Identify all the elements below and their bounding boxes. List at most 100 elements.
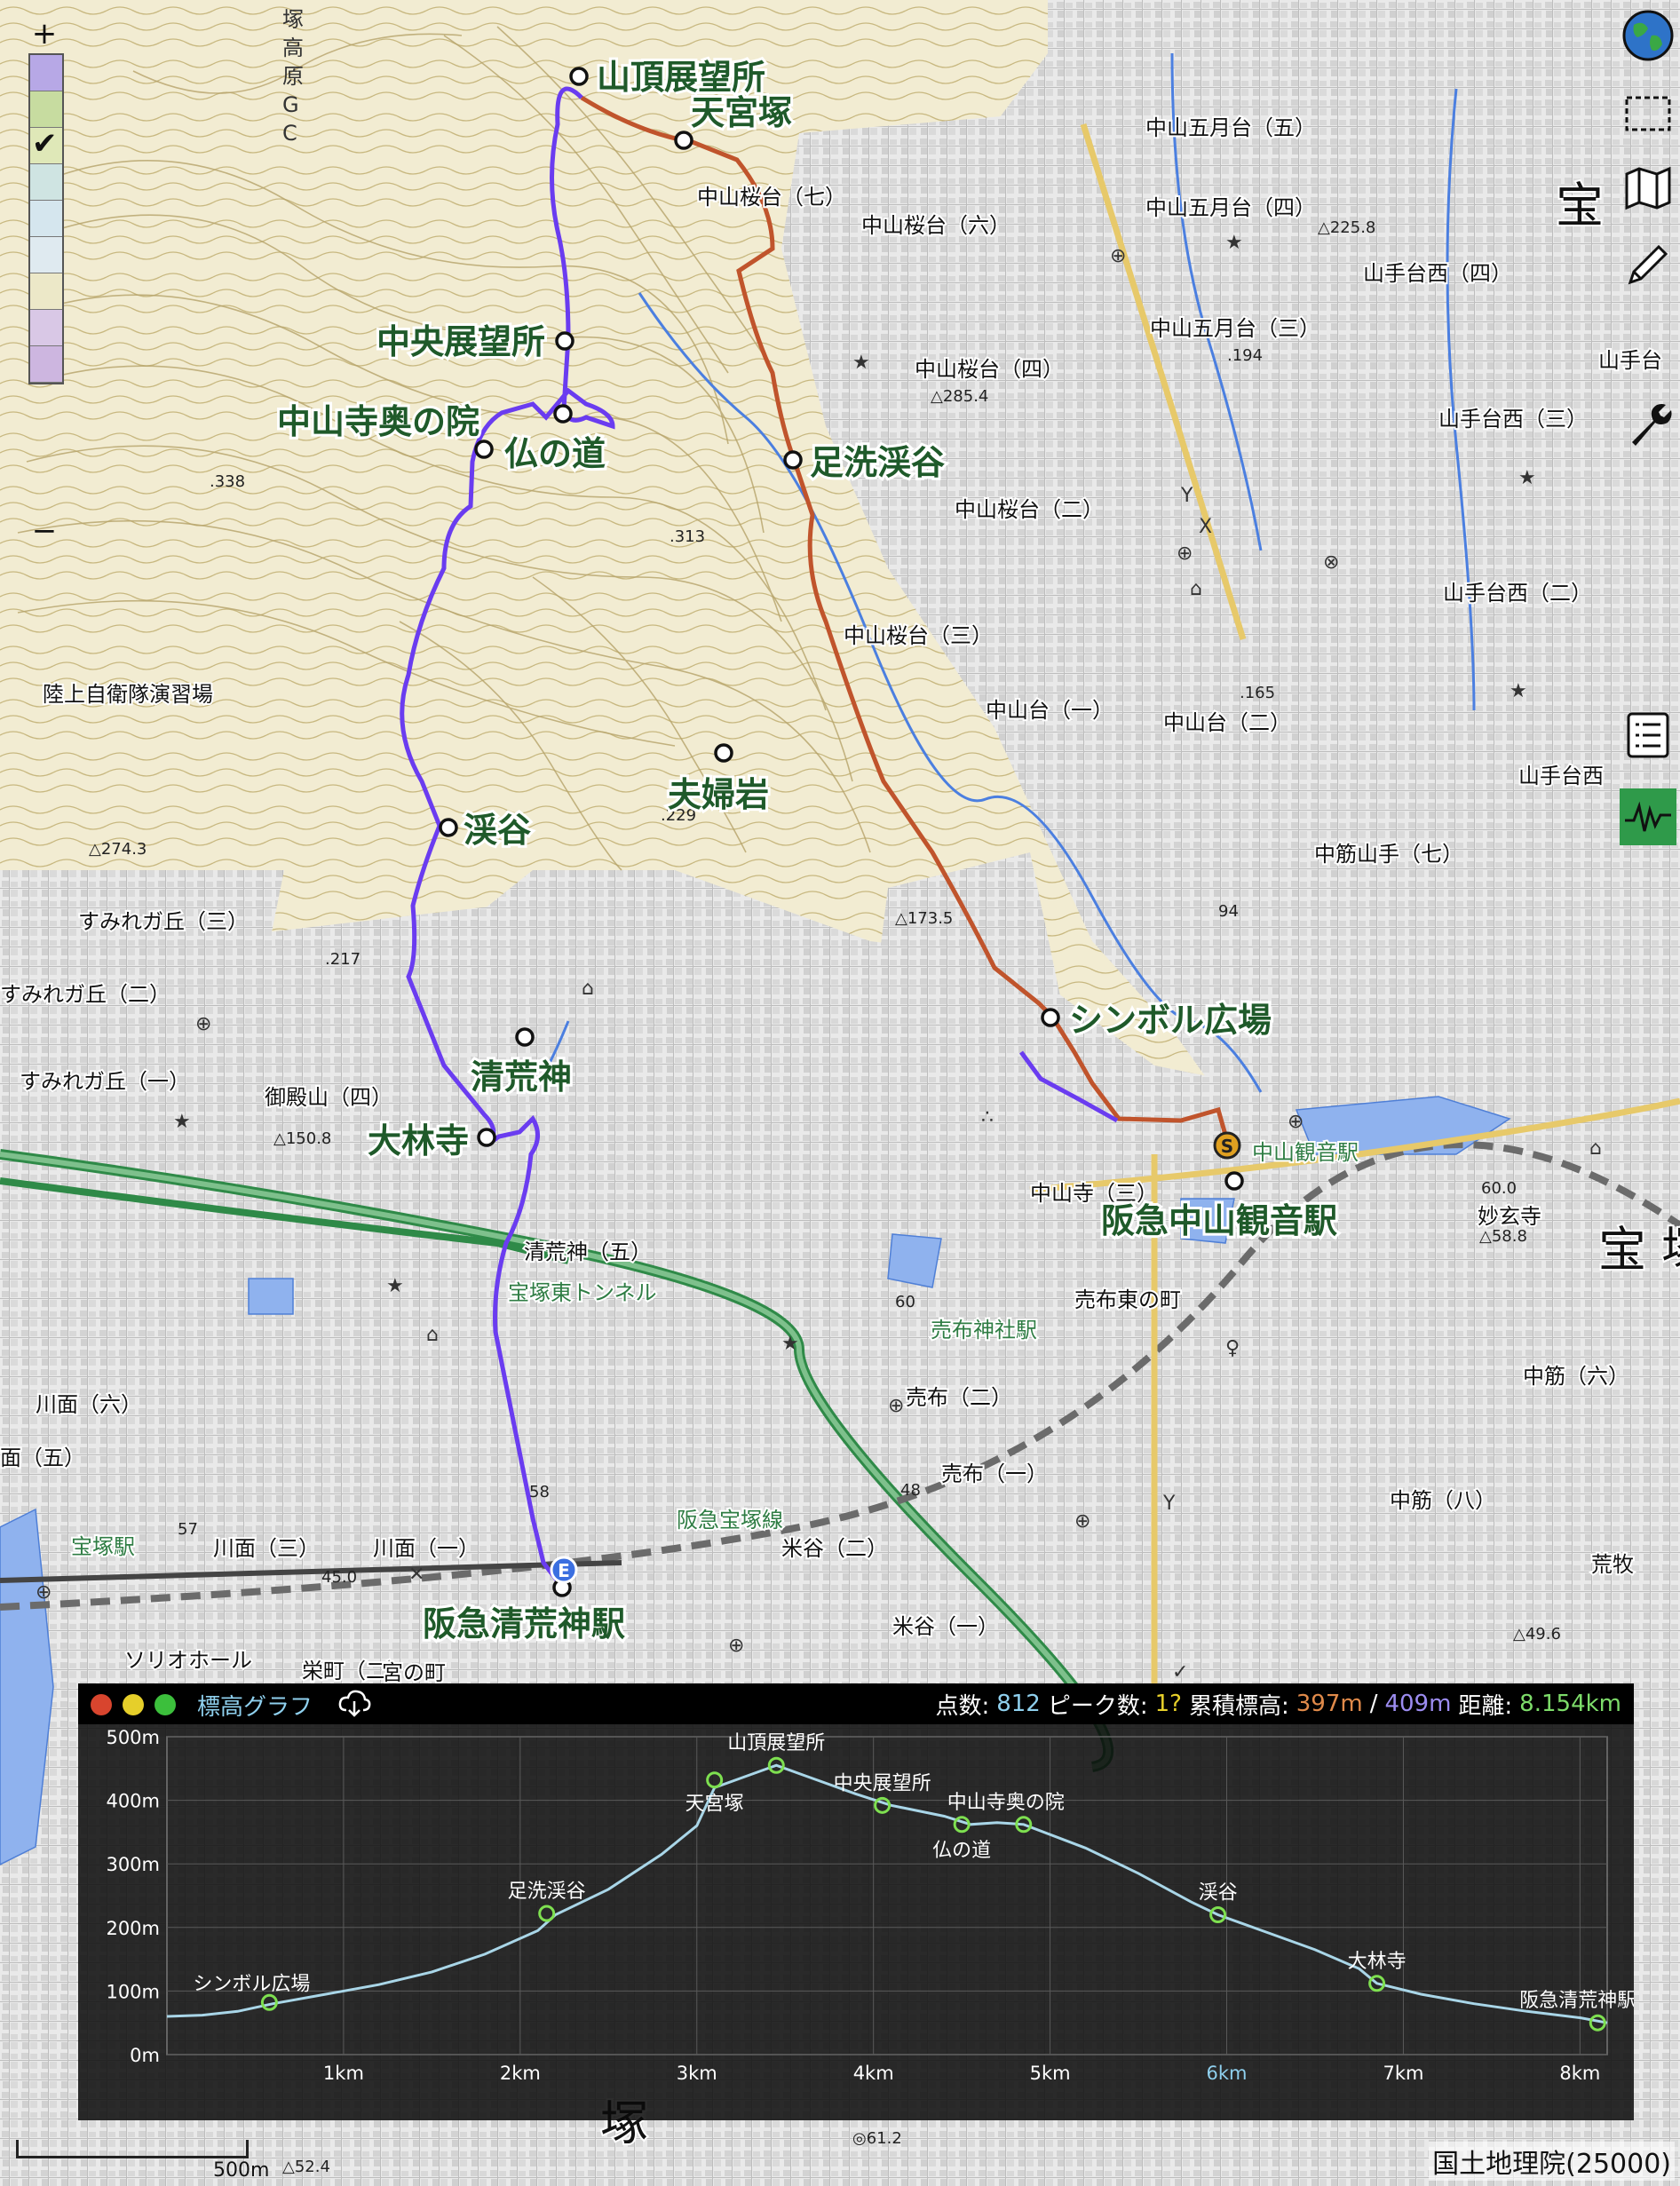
svg-text:★: ★	[1518, 467, 1536, 489]
place-label: 売布東の町	[1074, 1287, 1181, 1312]
y-tick-label: 100m	[106, 1981, 160, 2002]
spot-height: △150.8	[273, 1129, 331, 1148]
place-label: 面（五）	[0, 1445, 85, 1470]
zoom-level[interactable]	[30, 310, 62, 346]
waypoint-marker[interactable]	[515, 1027, 535, 1047]
settings-button[interactable]	[1620, 396, 1676, 453]
maximize-dot[interactable]	[155, 1694, 176, 1715]
zoom-level[interactable]	[30, 164, 62, 201]
zoom-level[interactable]	[30, 346, 62, 383]
place-label: 川面（六）	[36, 1392, 142, 1417]
place-label: 川面（一）	[373, 1536, 479, 1561]
zoom-level[interactable]	[30, 273, 62, 310]
waypoint-marker[interactable]	[439, 818, 458, 837]
waypoint-marker[interactable]	[569, 67, 589, 86]
waypoint-label[interactable]: 渓谷	[461, 808, 534, 852]
globe-button[interactable]	[1620, 7, 1676, 64]
place-label: 宝 塚	[1598, 1222, 1680, 1278]
gain-slash: /	[1369, 1691, 1378, 1717]
spot-height: △173.5	[895, 909, 953, 928]
zoom-out-button[interactable]: −	[27, 513, 62, 549]
ascent-value: 397m	[1296, 1691, 1363, 1717]
zoom-level[interactable]	[30, 237, 62, 273]
waypoint-marker[interactable]	[1224, 1171, 1244, 1191]
waypoint-label[interactable]: 足洗渓谷	[807, 440, 947, 485]
spot-height: △225.8	[1318, 218, 1375, 237]
place-label: 中山桜台（七）	[697, 185, 846, 210]
elevation-waypoint-marker[interactable]	[538, 1905, 556, 1922]
waypoint-marker[interactable]	[1041, 1008, 1060, 1027]
end-marker[interactable]: E	[550, 1556, 578, 1584]
svg-text:⊕: ⊕	[36, 1581, 52, 1604]
zoom-level-selected[interactable]: ✔	[30, 126, 62, 164]
elevation-panel: 標高グラフ 点数: 812 ピーク数: 1? 累積標高: 397m / 409m…	[78, 1683, 1634, 2120]
list-icon	[1627, 712, 1669, 758]
waypoint-label[interactable]: 天宮塚	[688, 91, 795, 135]
spot-height: 60.0	[1481, 1179, 1517, 1198]
zoom-level[interactable]	[30, 201, 62, 237]
cloud-download-icon[interactable]	[337, 1689, 371, 1721]
waypoint-marker[interactable]	[714, 743, 733, 763]
waypoint-label[interactable]: シンボル広場	[1066, 998, 1274, 1042]
place-label: 荒牧	[1591, 1552, 1634, 1577]
spot-height: 94	[1218, 902, 1239, 921]
waypoint-label[interactable]: 阪急中山観音駅	[1098, 1199, 1340, 1243]
close-dot[interactable]	[91, 1694, 112, 1715]
waypoint-marker[interactable]	[674, 131, 693, 150]
check-icon: ✔	[32, 126, 58, 162]
place-label: 中山五月台（四）	[1145, 195, 1316, 220]
start-marker-label: S	[1221, 1136, 1233, 1157]
svg-text:★: ★	[1510, 680, 1527, 702]
minimize-dot[interactable]	[123, 1694, 144, 1715]
zoom-level[interactable]	[30, 55, 62, 91]
spot-height: .165	[1240, 684, 1275, 702]
elevation-waypoint-label: 中山寺奥の院	[947, 1792, 1065, 1814]
waypoint-label[interactable]: 清荒神	[468, 1055, 575, 1099]
elevation-graph-button[interactable]	[1620, 788, 1676, 845]
waypoint-marker[interactable]	[783, 450, 803, 470]
waypoint-label[interactable]: 仏の道	[502, 432, 608, 476]
golf-course-char: G	[282, 92, 299, 117]
svg-text:⊗: ⊗	[1323, 551, 1339, 574]
place-label: 中山台（二）	[1163, 710, 1291, 735]
svg-text:∴: ∴	[981, 1106, 994, 1129]
elevation-chart[interactable]: 0m 100m 200m 300m 400m 500m 1km 2km 3km 4km 5km 6km…	[78, 1724, 1634, 2120]
zoom-level-bar[interactable]: ✔	[28, 53, 64, 384]
draw-button[interactable]	[1620, 236, 1676, 293]
end-marker-label: E	[558, 1560, 570, 1581]
waypoint-marker[interactable]	[555, 331, 575, 351]
place-label: 中山観音駅	[1252, 1140, 1359, 1165]
svg-text:⊕: ⊕	[888, 1395, 904, 1417]
elevation-waypoint-label: 山頂展望所	[727, 1732, 825, 1754]
svg-text:⊕: ⊕	[1074, 1510, 1090, 1533]
waypoint-marker[interactable]	[477, 1128, 496, 1147]
zoom-in-button[interactable]: +	[27, 16, 62, 51]
place-label: 中山桜台（六）	[861, 213, 1010, 238]
select-rect-button[interactable]	[1620, 85, 1676, 142]
place-label: 妙玄寺	[1478, 1204, 1541, 1229]
svg-text:✓: ✓	[1172, 1661, 1188, 1683]
list-button[interactable]	[1620, 707, 1676, 764]
svg-text:Y: Y	[1180, 485, 1193, 507]
waypoint-label[interactable]: 中山寺奥の院	[274, 400, 482, 444]
waypoint-label[interactable]: 大林寺	[365, 1119, 472, 1163]
x-tick-label: 4km	[853, 2063, 894, 2084]
waypoint-label[interactable]: 阪急清荒神駅	[420, 1602, 628, 1646]
svg-text:★: ★	[386, 1275, 404, 1297]
zoom-level[interactable]	[30, 91, 62, 128]
waypoint-label[interactable]: 夫婦岩	[665, 772, 772, 817]
waypoint-label[interactable]: 山頂展望所	[594, 55, 768, 99]
peaks-label: ピーク数:	[1047, 1692, 1148, 1720]
waypoint-marker[interactable]	[553, 404, 573, 424]
elevation-waypoint-marker[interactable]	[706, 1771, 724, 1789]
map-button[interactable]	[1620, 160, 1676, 217]
place-label: すみれガ丘（三）	[78, 909, 249, 934]
start-marker[interactable]: S	[1213, 1131, 1241, 1160]
waypoint-marker[interactable]	[474, 440, 494, 459]
svg-text:⊕: ⊕	[728, 1635, 744, 1657]
svg-text:★: ★	[173, 1111, 191, 1133]
spot-height: 57	[178, 1520, 198, 1539]
x-tick-label: 3km	[677, 2063, 717, 2084]
golf-course-char: 塚	[282, 7, 304, 32]
waypoint-label[interactable]: 中央展望所	[374, 320, 548, 364]
